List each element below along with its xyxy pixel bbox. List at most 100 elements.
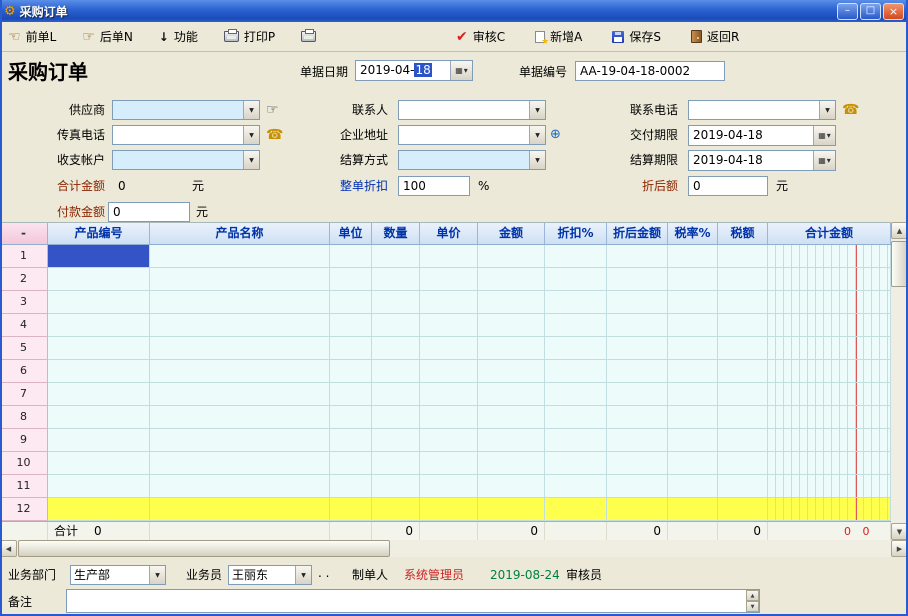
print-button[interactable]: 打印P [220, 26, 279, 47]
grid-cell[interactable] [478, 406, 545, 429]
grid-cell[interactable] [718, 314, 768, 337]
chevron-down-icon[interactable]: ▼ [243, 101, 259, 119]
grid-cell[interactable] [372, 429, 420, 452]
grid-cell[interactable] [48, 291, 150, 314]
print-preview-button[interactable] [297, 29, 320, 44]
grid-header-cell[interactable]: 数量 [372, 223, 420, 245]
grid-cell[interactable] [478, 268, 545, 291]
grid-cell[interactable] [607, 452, 668, 475]
grid-cell[interactable] [48, 383, 150, 406]
grid-cell[interactable] [330, 475, 372, 498]
grid-cell[interactable] [545, 314, 607, 337]
grid-cell[interactable] [420, 337, 478, 360]
phone-combo[interactable]: ▼ [688, 100, 836, 120]
grid-cell[interactable] [330, 498, 372, 521]
grid-cell[interactable] [545, 406, 607, 429]
grid-header-cell[interactable]: 单价 [420, 223, 478, 245]
grid-cell[interactable] [330, 406, 372, 429]
close-button[interactable]: × [883, 3, 904, 20]
grid-cell[interactable] [372, 337, 420, 360]
grid-header-cell[interactable]: 产品名称 [150, 223, 330, 245]
grid-cell[interactable] [330, 383, 372, 406]
grid-cell[interactable] [150, 452, 330, 475]
grid-cell[interactable] [478, 383, 545, 406]
discount-input[interactable]: 100 [398, 176, 470, 196]
grid-cell[interactable] [420, 498, 478, 521]
grid-cell[interactable] [372, 498, 420, 521]
lookup-hand-icon[interactable]: ☞ [266, 100, 279, 120]
grid-cell[interactable] [718, 452, 768, 475]
grid-cell[interactable] [48, 268, 150, 291]
selected-grid-cell[interactable] [48, 245, 150, 268]
grid-cell[interactable] [478, 314, 545, 337]
grid-cell[interactable] [545, 383, 607, 406]
grid-cell[interactable] [545, 268, 607, 291]
back-button[interactable]: 返回R [687, 26, 743, 47]
chevron-down-icon[interactable]: ▼ [529, 151, 545, 169]
grid-cell[interactable] [478, 360, 545, 383]
grid-cell[interactable] [768, 245, 891, 268]
grid-cell[interactable] [718, 406, 768, 429]
row-number-cell[interactable]: 2 [0, 268, 48, 291]
grid-header-cell[interactable]: 折后金额 [607, 223, 668, 245]
row-number-cell[interactable]: 1 [0, 245, 48, 268]
row-number-cell[interactable]: 5 [0, 337, 48, 360]
row-number-cell[interactable]: 7 [0, 383, 48, 406]
vertical-scroll-track[interactable] [891, 239, 908, 523]
grid-cell[interactable] [150, 291, 330, 314]
grid-cell[interactable] [48, 337, 150, 360]
grid-cell[interactable] [48, 360, 150, 383]
grid-cell[interactable] [150, 406, 330, 429]
grid-cell[interactable] [420, 383, 478, 406]
grid-cell[interactable] [420, 452, 478, 475]
grid-header-cell[interactable]: 单位 [330, 223, 372, 245]
grid-cell[interactable] [668, 406, 718, 429]
scroll-left-button[interactable]: ◀ [0, 540, 17, 557]
grid-header-cell[interactable]: 折扣% [545, 223, 607, 245]
grid-cell[interactable] [718, 268, 768, 291]
grid-cell[interactable] [420, 475, 478, 498]
horizontal-scroll-thumb[interactable] [18, 540, 390, 557]
grid-cell[interactable] [768, 498, 891, 521]
next-doc-button[interactable]: ☞ 后单N [78, 26, 137, 47]
grid-cell[interactable] [372, 291, 420, 314]
grid-cell[interactable] [768, 452, 891, 475]
grid-cell[interactable] [150, 498, 330, 521]
grid-cell[interactable] [718, 475, 768, 498]
grid-cell[interactable] [372, 314, 420, 337]
grid-cell[interactable] [718, 291, 768, 314]
grid-cell[interactable] [768, 383, 891, 406]
grid-cell[interactable] [607, 291, 668, 314]
grid-cell[interactable] [768, 314, 891, 337]
grid-cell[interactable] [718, 360, 768, 383]
grid-cell[interactable] [330, 360, 372, 383]
after-discount-input[interactable]: 0 [688, 176, 768, 196]
grid-cell[interactable] [668, 337, 718, 360]
grid-cell[interactable] [668, 268, 718, 291]
scroll-right-button[interactable]: ▶ [891, 540, 908, 557]
delivery-date-field[interactable]: 2019-04-18 ▦▾ [688, 125, 836, 146]
grid-cell[interactable] [372, 475, 420, 498]
grid-cell[interactable] [478, 452, 545, 475]
row-number-cell[interactable]: 6 [0, 360, 48, 383]
scroll-down-button[interactable]: ▼ [746, 601, 759, 612]
browse-dots-button[interactable]: . . [318, 563, 329, 583]
grid-cell[interactable] [718, 337, 768, 360]
grid-cell[interactable] [668, 452, 718, 475]
grid-cell[interactable] [718, 383, 768, 406]
grid-cell[interactable] [668, 383, 718, 406]
chevron-down-icon[interactable]: ▼ [295, 566, 311, 584]
chevron-down-icon[interactable]: ▼ [529, 101, 545, 119]
settle-method-combo[interactable]: ▼ [398, 150, 546, 170]
grid-cell[interactable] [150, 475, 330, 498]
grid-cell[interactable] [668, 360, 718, 383]
chevron-down-icon[interactable]: ▼ [149, 566, 165, 584]
minimize-button[interactable]: – [837, 3, 858, 20]
grid-cell[interactable] [48, 475, 150, 498]
scroll-down-button[interactable]: ▼ [891, 523, 908, 540]
grid-cell[interactable] [372, 360, 420, 383]
grid-cell[interactable] [545, 452, 607, 475]
horizontal-scroll-track[interactable] [17, 540, 891, 557]
grid-cell[interactable] [420, 268, 478, 291]
maximize-button[interactable]: □ [860, 3, 881, 20]
